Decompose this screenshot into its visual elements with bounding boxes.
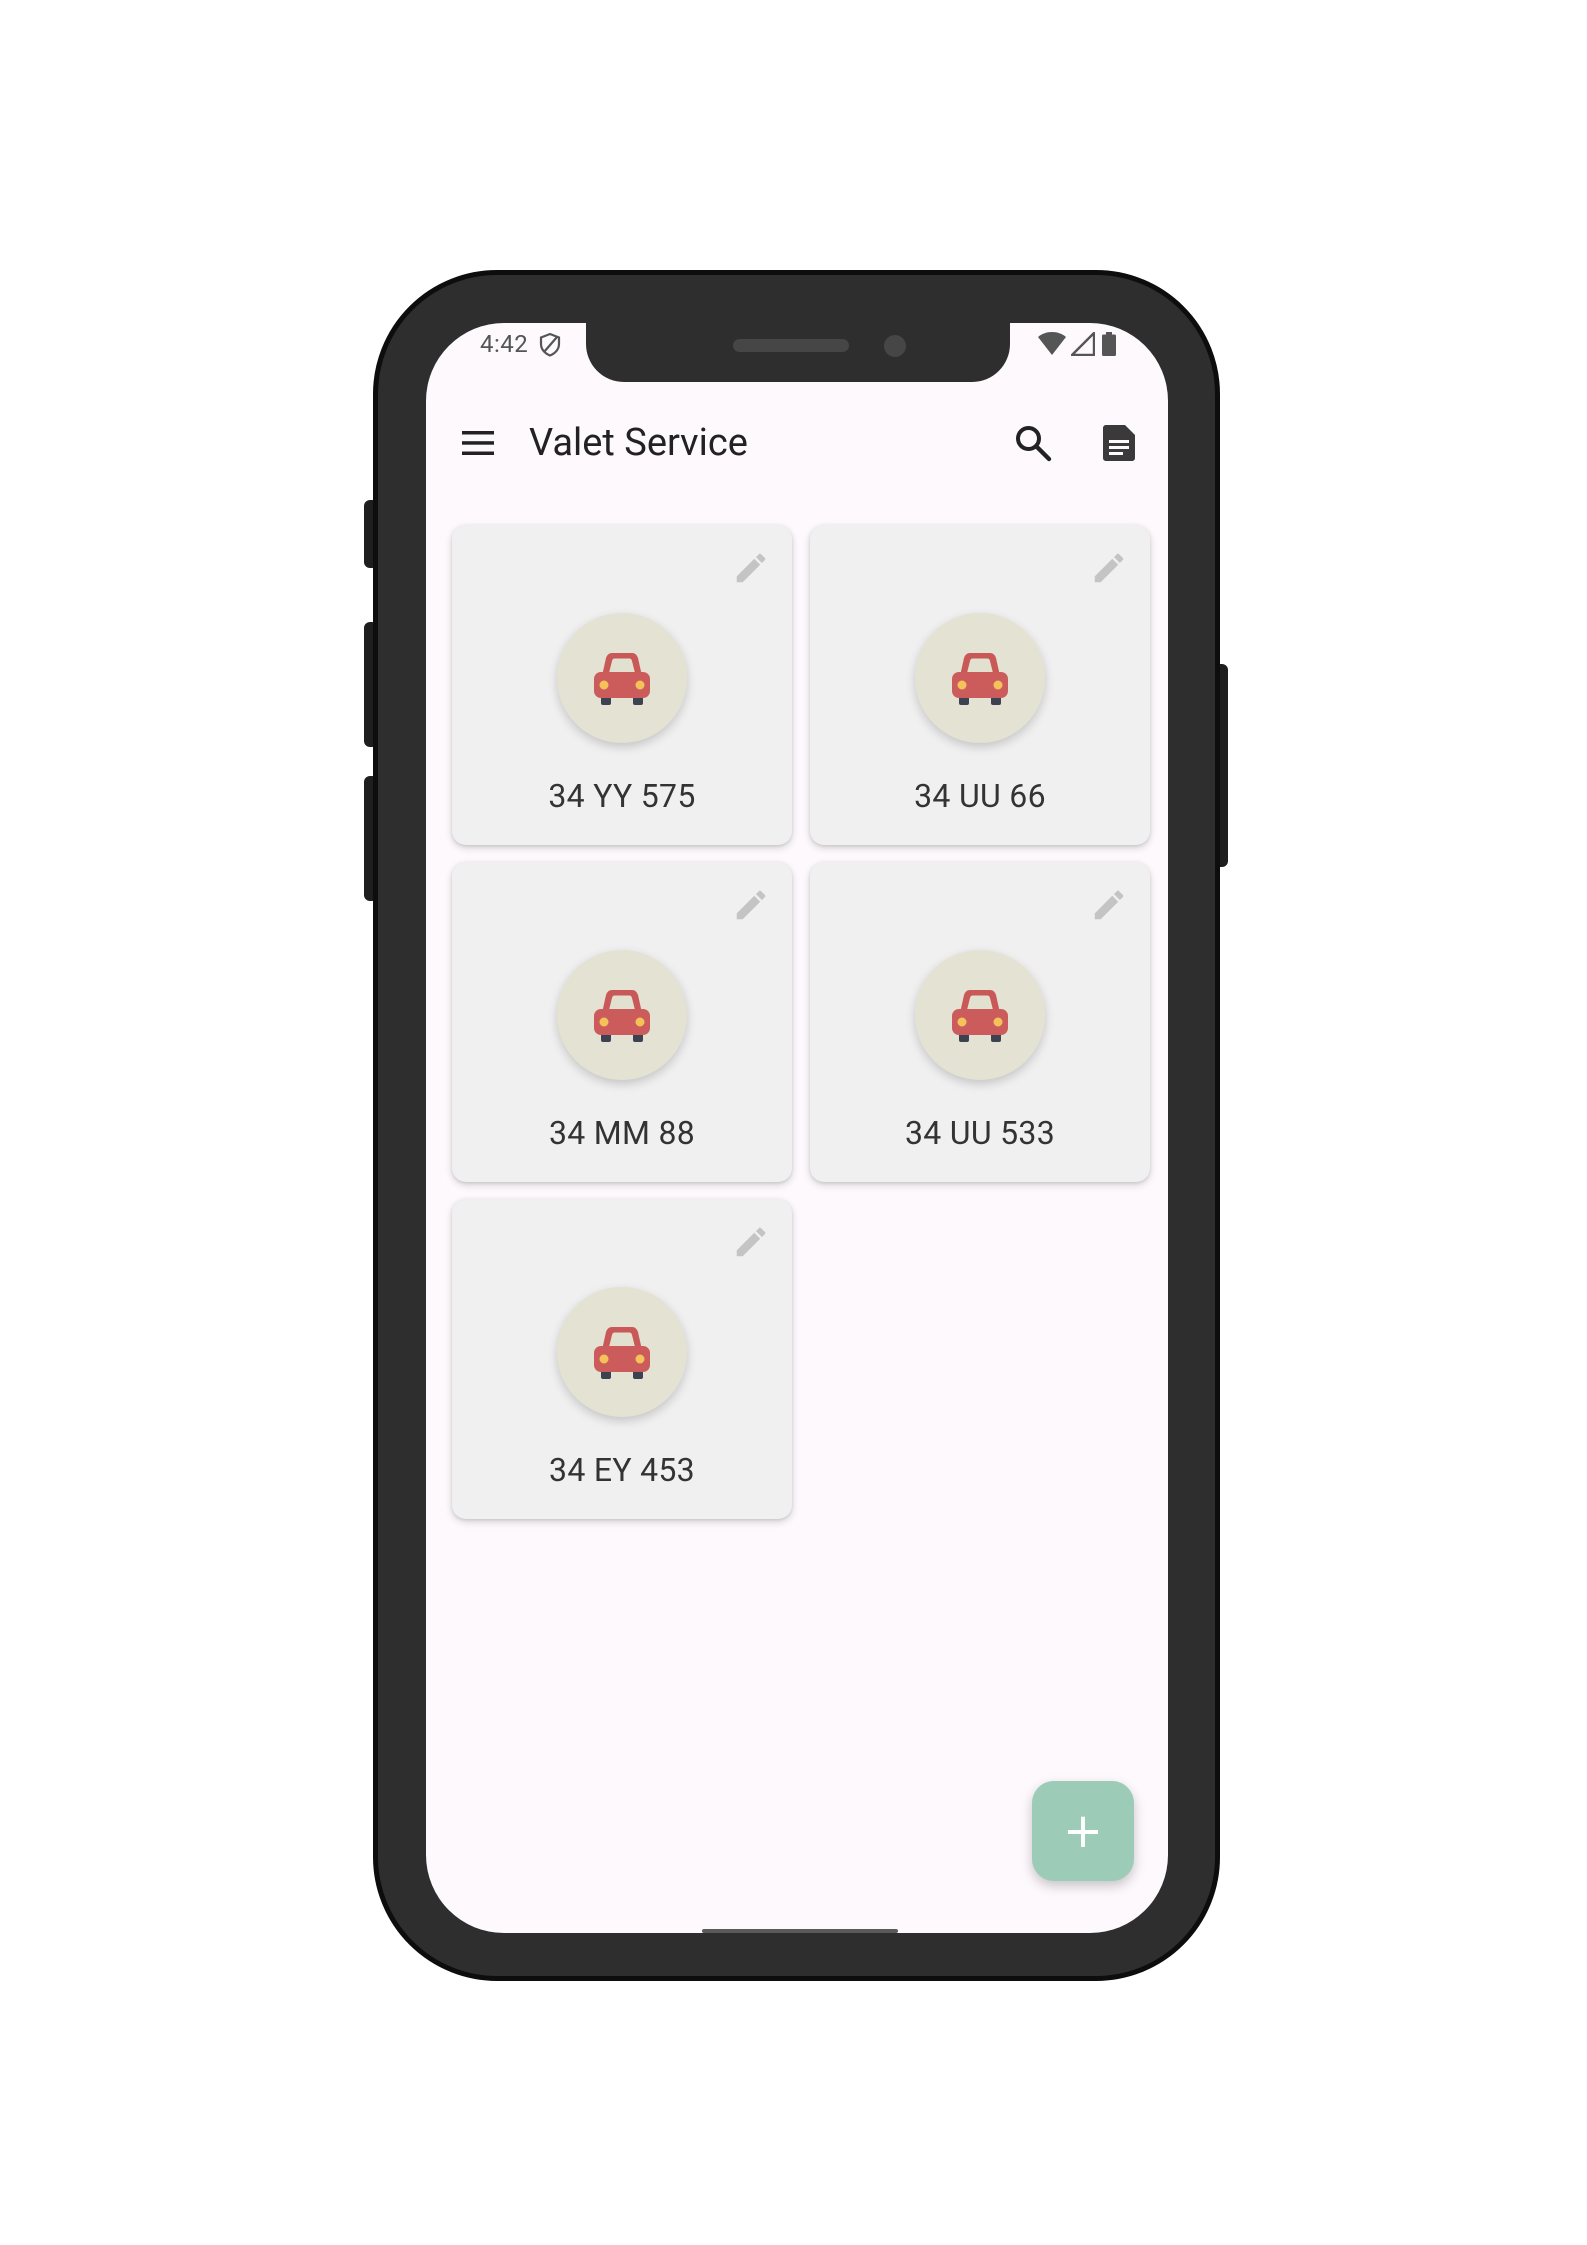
document-icon[interactable] [1102, 424, 1136, 462]
license-plate: 34 YY 575 [548, 777, 696, 815]
wifi-icon [1038, 332, 1066, 355]
hamburger-menu-icon[interactable] [460, 428, 496, 458]
license-plate: 34 UU 533 [905, 1114, 1055, 1152]
vehicle-card[interactable]: 34 YY 575 [452, 525, 792, 845]
plus-icon: + [1062, 1803, 1104, 1859]
car-icon [952, 653, 1008, 705]
battery-icon [1102, 332, 1116, 356]
car-avatar [915, 613, 1045, 743]
edit-icon[interactable] [732, 549, 770, 587]
signal-icon [1071, 332, 1095, 356]
vehicle-card[interactable]: 34 EY 453 [452, 1199, 792, 1519]
car-avatar [557, 1287, 687, 1417]
vehicle-card[interactable]: 34 UU 533 [810, 862, 1150, 1182]
add-vehicle-button[interactable]: + [1032, 1781, 1134, 1881]
license-plate: 34 EY 453 [549, 1451, 695, 1489]
car-avatar [557, 613, 687, 743]
shield-icon [539, 332, 561, 357]
car-icon [952, 990, 1008, 1042]
car-avatar [915, 950, 1045, 1080]
home-indicator[interactable] [702, 1929, 898, 1933]
status-time: 4:42 [480, 330, 529, 358]
stage: 4:42 Valet Service 34 YY 575 34 UU 66 34… [0, 0, 1587, 2245]
car-avatar [557, 950, 687, 1080]
car-icon [594, 1327, 650, 1379]
car-icon [594, 990, 650, 1042]
license-plate: 34 UU 66 [914, 777, 1046, 815]
phone-speaker [733, 339, 849, 352]
edit-icon[interactable] [732, 1223, 770, 1261]
vehicle-card[interactable]: 34 MM 88 [452, 862, 792, 1182]
search-icon[interactable] [1013, 423, 1053, 463]
license-plate: 34 MM 88 [548, 1114, 696, 1152]
front-camera [884, 335, 906, 357]
vehicle-card[interactable]: 34 UU 66 [810, 525, 1150, 845]
edit-icon[interactable] [1090, 549, 1128, 587]
page-title: Valet Service [529, 421, 748, 465]
car-icon [594, 653, 650, 705]
edit-icon[interactable] [1090, 886, 1128, 924]
edit-icon[interactable] [732, 886, 770, 924]
